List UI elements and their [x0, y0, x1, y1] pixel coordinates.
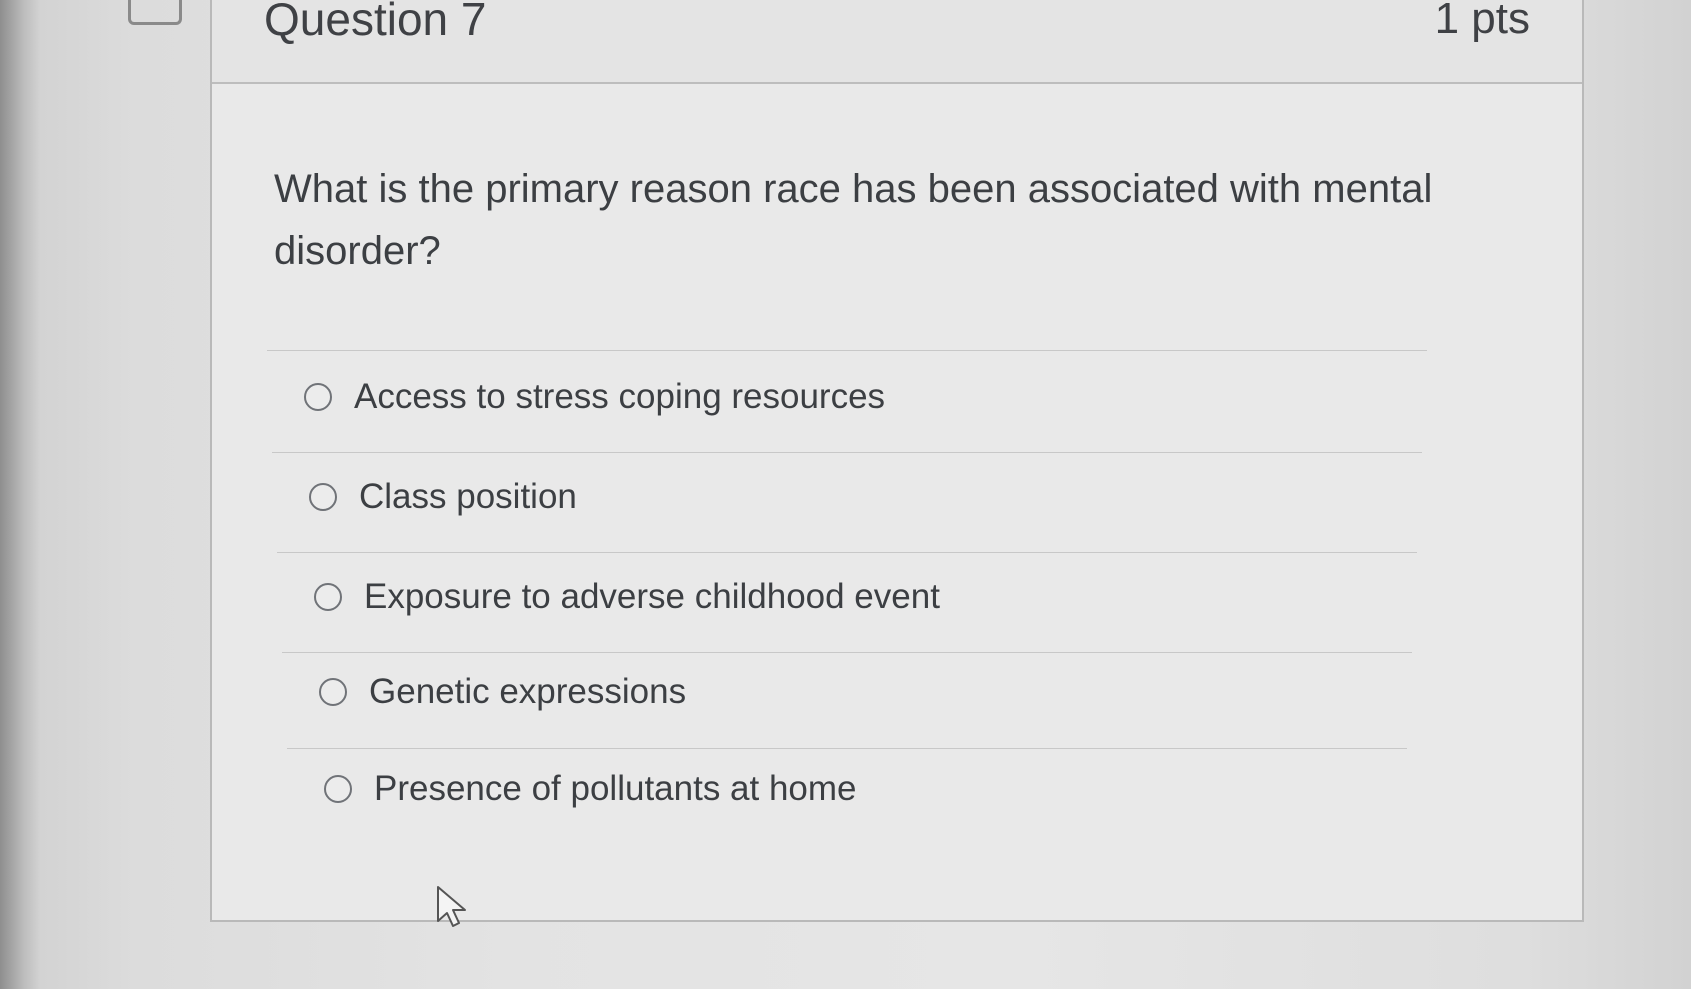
answer-option[interactable]: Class position [309, 477, 577, 517]
divider [267, 350, 1427, 351]
divider [277, 552, 1417, 553]
divider [287, 748, 1407, 749]
answer-label: Class position [359, 477, 577, 516]
answer-label: Exposure to adverse childhood event [364, 577, 940, 616]
answer-option[interactable]: Access to stress coping resources [304, 377, 885, 417]
answer-label: Genetic expressions [369, 672, 687, 711]
answer-option[interactable]: Presence of pollutants at home [324, 769, 857, 809]
radio-icon[interactable] [309, 483, 337, 511]
answer-option[interactable]: Exposure to adverse childhood event [314, 577, 940, 617]
answer-option[interactable]: Genetic expressions [319, 672, 686, 712]
question-header: Question 7 1 pts [212, 0, 1582, 84]
radio-icon[interactable] [324, 775, 352, 803]
bookmark-icon[interactable] [128, 0, 182, 25]
mouse-pointer-icon [437, 886, 466, 927]
question-points: 1 pts [1434, 0, 1530, 43]
radio-icon[interactable] [314, 583, 342, 611]
radio-icon[interactable] [304, 383, 332, 411]
divider [282, 652, 1412, 653]
radio-icon[interactable] [319, 678, 347, 706]
divider [272, 452, 1422, 453]
answer-label: Presence of pollutants at home [374, 769, 857, 808]
screen-edge-shadow [0, 0, 40, 989]
answer-label: Access to stress coping resources [354, 377, 886, 416]
question-card: Question 7 1 pts What is the primary rea… [210, 0, 1584, 922]
question-text: What is the primary reason race has been… [274, 167, 1433, 273]
question-title: Question 7 [264, 0, 487, 45]
